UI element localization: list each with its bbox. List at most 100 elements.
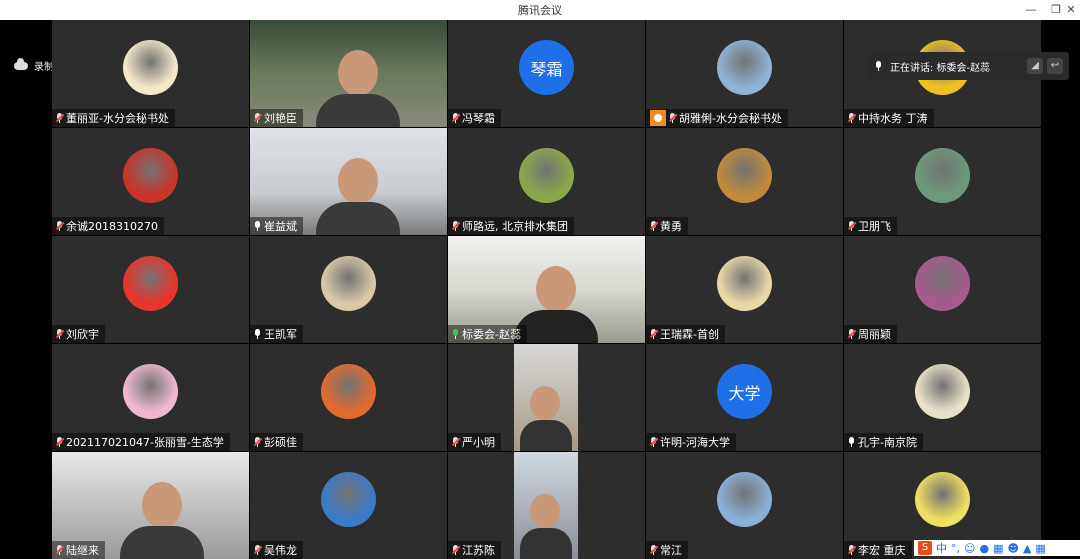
- participant-name-bar: 李宏 重庆: [844, 541, 912, 559]
- participant-name: 王凯军: [264, 328, 297, 341]
- mic-muted-icon: [55, 437, 65, 447]
- mic-muted-icon: [847, 221, 857, 231]
- participant-name-bar: 202117021047-张丽雪-生态学: [52, 433, 230, 451]
- speaking-label: 正在讲话: 标委会-赵蕊: [890, 62, 991, 74]
- person-head: [338, 50, 378, 96]
- participant-name-bar: 中持水务 丁涛: [844, 109, 934, 127]
- avatar-image: [915, 364, 970, 419]
- participant-name: 崔益斌: [264, 220, 297, 233]
- participant-name-bar: 王凯军: [250, 325, 303, 343]
- participant-name: 董丽亚-水分会秘书处: [66, 112, 169, 125]
- participant-name-bar: 周丽颖: [844, 325, 897, 343]
- mic-muted-icon: [253, 545, 263, 555]
- mic-muted-icon: [55, 221, 65, 231]
- keyboard-icon[interactable]: ▦: [993, 542, 1003, 555]
- participant-name: 中持水务 丁涛: [858, 112, 928, 125]
- avatar-image: [321, 256, 376, 311]
- mic-muted-icon: [847, 113, 857, 123]
- participant-tile[interactable]: 陆继来: [52, 452, 249, 559]
- participant-name: 严小明: [462, 436, 495, 449]
- avatar-image: [123, 364, 178, 419]
- user-icon[interactable]: ☻: [1007, 542, 1018, 555]
- participant-tile[interactable]: 常江: [646, 452, 843, 559]
- participant-grid: 董丽亚-水分会秘书处 刘艳臣 琴霜 冯琴霜 胡雅俐-水分会秘书处中持水务 丁涛余诚201…: [52, 20, 1041, 559]
- avatar-image: [915, 256, 970, 311]
- participant-tile[interactable]: 202117021047-张丽雪-生态学: [52, 344, 249, 451]
- participant-tile[interactable]: 卫朋飞: [844, 128, 1041, 235]
- participant-tile[interactable]: 标委会-赵蕊: [448, 236, 645, 343]
- mic-muted-icon: [451, 437, 461, 447]
- avatar-image: [321, 364, 376, 419]
- back-icon[interactable]: ↩: [1047, 58, 1063, 74]
- speaking-indicator: 正在讲话: 标委会-赵蕊 ◢ ↩: [869, 52, 1069, 80]
- participant-name-bar: 严小明: [448, 433, 501, 451]
- participant-name-bar: 标委会-赵蕊: [448, 325, 527, 343]
- participant-tile[interactable]: 余诚2018310270: [52, 128, 249, 235]
- ime-punct[interactable]: °,: [951, 542, 960, 555]
- participant-name: 周丽颖: [858, 328, 891, 341]
- mic-icon: [452, 329, 459, 339]
- participant-name: 余诚2018310270: [66, 220, 158, 233]
- skin-icon[interactable]: ▲: [1023, 542, 1031, 555]
- participant-name-bar: 师路远, 北京排水集团: [448, 217, 574, 235]
- mic-muted-icon: [668, 113, 678, 123]
- participant-tile[interactable]: 周丽颖: [844, 236, 1041, 343]
- minimize-button[interactable]: —: [1020, 1, 1042, 19]
- participant-name-bar: 江苏陈: [448, 541, 501, 559]
- avatar-image: [123, 40, 178, 95]
- mic-icon: [254, 221, 261, 231]
- person-body: [520, 528, 572, 559]
- participant-tile[interactable]: 刘欣宇: [52, 236, 249, 343]
- participant-name: 师路远, 北京排水集团: [462, 220, 568, 233]
- expand-icon[interactable]: ◢: [1027, 58, 1043, 74]
- avatar-image: [123, 148, 178, 203]
- mic-muted-icon: [649, 437, 659, 447]
- participant-tile[interactable]: 黄勇: [646, 128, 843, 235]
- participant-name-bar: 陆继来: [52, 541, 105, 559]
- participant-tile[interactable]: 吴伟龙: [250, 452, 447, 559]
- participant-tile[interactable]: 严小明: [448, 344, 645, 451]
- participant-name-bar: 黄勇: [646, 217, 688, 235]
- participant-tile[interactable]: 王瑞霖-首创: [646, 236, 843, 343]
- mic-muted-icon: [55, 545, 65, 555]
- person-head: [530, 386, 560, 420]
- participant-name: 彭硕佳: [264, 436, 297, 449]
- participant-tile[interactable]: 孔宇-南京院: [844, 344, 1041, 451]
- participant-name-bar: 余诚2018310270: [52, 217, 164, 235]
- ime-toolbar[interactable]: S 中 °, ☺ ● ▦ ☻ ▲ ▦: [914, 540, 1080, 556]
- sogou-logo-icon: S: [918, 541, 932, 555]
- cloud-record-icon: [14, 57, 28, 70]
- participant-tile[interactable]: 董丽亚-水分会秘书处: [52, 20, 249, 127]
- participant-name: 黄勇: [660, 220, 682, 233]
- title-bar: 腾讯会议 — ❐ ✕: [0, 0, 1080, 20]
- participant-name-bar: 刘欣宇: [52, 325, 105, 343]
- participant-tile[interactable]: 大学 许明-河海大学: [646, 344, 843, 451]
- avatar-image: [717, 148, 772, 203]
- participant-name-bar: 刘艳臣: [250, 109, 303, 127]
- ime-lang[interactable]: 中: [936, 540, 947, 556]
- participant-tile[interactable]: 刘艳臣: [250, 20, 447, 127]
- participant-tile[interactable]: 王凯军: [250, 236, 447, 343]
- participant-tile[interactable]: 师路远, 北京排水集团: [448, 128, 645, 235]
- mic-muted-icon: [451, 221, 461, 231]
- grid-icon[interactable]: ▦: [1035, 542, 1045, 555]
- participant-tile[interactable]: 崔益斌: [250, 128, 447, 235]
- participant-tile[interactable]: 彭硕佳: [250, 344, 447, 451]
- mic-muted-icon: [451, 113, 461, 123]
- participant-tile[interactable]: 琴霜 冯琴霜: [448, 20, 645, 127]
- person-body: [316, 94, 400, 127]
- participant-tile[interactable]: 胡雅俐-水分会秘书处: [646, 20, 843, 127]
- participant-name-bar: 孔宇-南京院: [844, 433, 923, 451]
- window-title: 腾讯会议: [518, 4, 562, 17]
- mic-muted-icon: [847, 545, 857, 555]
- participant-name: 标委会-赵蕊: [462, 328, 521, 341]
- voice-icon[interactable]: ●: [979, 542, 989, 555]
- portrait-video-frame: [514, 452, 578, 559]
- emoji-icon[interactable]: ☺: [964, 542, 975, 555]
- portrait-video-frame: [514, 344, 578, 451]
- close-button[interactable]: ✕: [1060, 1, 1080, 19]
- participant-tile[interactable]: 江苏陈: [448, 452, 645, 559]
- mic-muted-icon: [649, 545, 659, 555]
- person-head: [142, 482, 182, 528]
- participant-name-bar: 常江: [646, 541, 688, 559]
